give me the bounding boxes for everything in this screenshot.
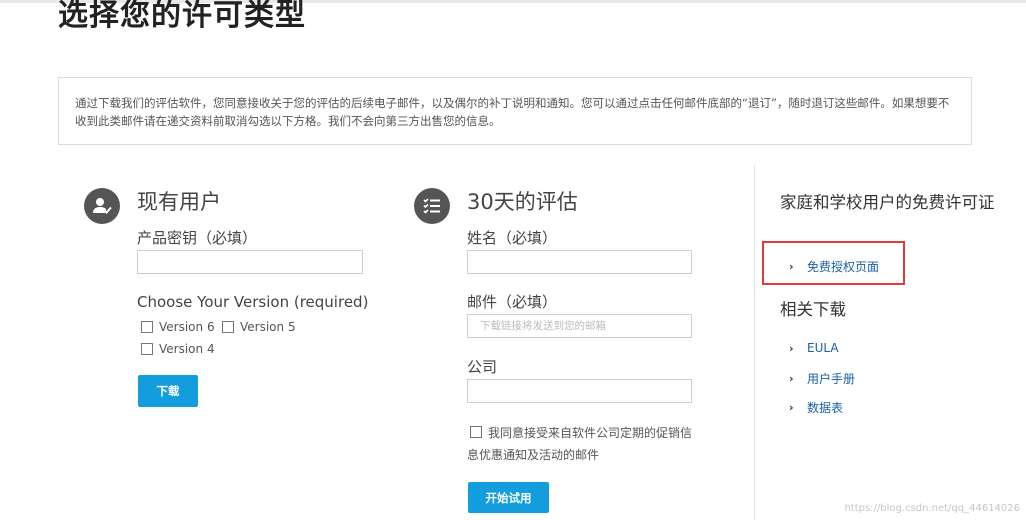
version-5-checkbox[interactable] xyxy=(222,321,234,333)
existing-user-heading: 现有用户 xyxy=(137,190,221,214)
eula-link-label: EULA xyxy=(807,341,839,355)
chevron-right-icon: › xyxy=(789,372,794,385)
version-6-option[interactable]: Version 6 xyxy=(141,320,215,334)
company-input[interactable] xyxy=(467,379,692,403)
checklist-icon xyxy=(414,188,450,224)
email-label: 邮件（必填） xyxy=(467,293,558,311)
highlight-annotation xyxy=(762,241,905,285)
version-5-option[interactable]: Version 5 xyxy=(222,320,296,334)
version-4-label: Version 4 xyxy=(159,342,215,356)
free-license-heading: 家庭和学校用户的免费许可证 xyxy=(780,193,995,212)
product-key-label: 产品密钥（必填） xyxy=(137,229,258,247)
marketing-consent-checkbox[interactable] xyxy=(470,426,482,438)
version-5-label: Version 5 xyxy=(240,320,296,334)
version-4-checkbox[interactable] xyxy=(141,343,153,355)
start-trial-button[interactable]: 开始试用 xyxy=(468,482,549,513)
company-label: 公司 xyxy=(467,358,498,376)
version-6-label: Version 6 xyxy=(159,320,215,334)
datasheet-link[interactable]: › 数据表 xyxy=(780,399,843,416)
watermark: https://blog.csdn.net/qq_44614026 xyxy=(844,503,1020,514)
marketing-consent[interactable]: 我同意接受来自软件公司定期的促销信息优惠通知及活动的邮件 xyxy=(467,422,697,466)
version-label: Choose Your Version (required) xyxy=(137,293,369,311)
page-title: 选择您的许可类型 xyxy=(58,0,306,33)
sidebar-divider xyxy=(754,165,755,520)
chevron-right-icon: › xyxy=(789,401,794,414)
sidebar: 家庭和学校用户的免费许可证 › 免费授权页面 相关下载 › EULA › 用户手… xyxy=(780,190,1000,415)
product-key-input[interactable] xyxy=(137,250,363,274)
marketing-consent-label: 我同意接受来自软件公司定期的促销信息优惠通知及活动的邮件 xyxy=(467,426,693,462)
subscription-notice: 通过下载我们的评估软件，您同意接收关于您的评估的后续电子邮件，以及偶尔的补丁说明… xyxy=(58,77,972,145)
version-6-checkbox[interactable] xyxy=(141,321,153,333)
version-4-option[interactable]: Version 4 xyxy=(141,342,215,356)
datasheet-link-label: 数据表 xyxy=(807,401,844,415)
eula-link[interactable]: › EULA xyxy=(780,341,839,355)
email-input[interactable] xyxy=(467,314,692,338)
trial-heading: 30天的评估 xyxy=(467,190,578,214)
name-input[interactable] xyxy=(467,250,692,274)
user-manual-link[interactable]: › 用户手册 xyxy=(780,370,855,387)
related-downloads-heading: 相关下载 xyxy=(780,300,846,319)
user-check-icon xyxy=(84,188,120,224)
name-label: 姓名（必填） xyxy=(467,229,558,247)
download-button[interactable]: 下载 xyxy=(138,375,198,407)
chevron-right-icon: › xyxy=(789,341,794,355)
user-manual-link-label: 用户手册 xyxy=(807,372,856,386)
